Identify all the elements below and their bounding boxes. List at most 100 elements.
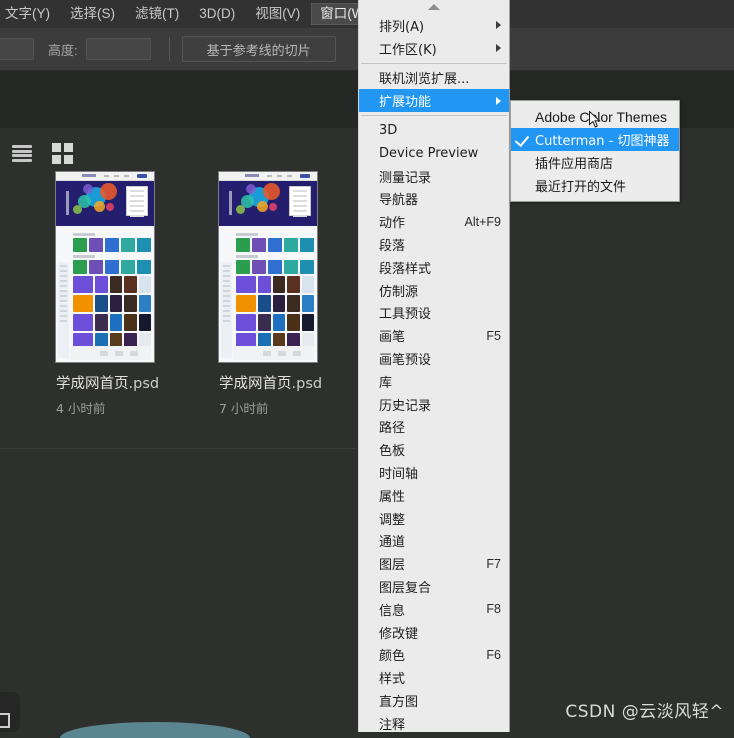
file-date: 4 小时前 — [56, 401, 106, 416]
file-name: 学成网首页.psd — [219, 372, 322, 393]
menu-item-label: 直方图 — [379, 695, 419, 710]
thumb-body — [219, 226, 317, 362]
menu-item-label: 路径 — [379, 421, 406, 437]
menu-item-15[interactable]: 库 — [359, 370, 509, 393]
width-input[interactable] — [0, 38, 34, 60]
file-thumbnail[interactable] — [56, 172, 154, 362]
menu-scroll-up[interactable] — [359, 0, 509, 14]
menu-item-label: 画笔 — [379, 330, 406, 346]
menu-item-label: 3D — [379, 123, 398, 139]
menu-item-label: 库 — [379, 375, 393, 391]
menu-item-label: 工作区(K) — [379, 42, 437, 58]
menu-item-label: 排列(A) — [379, 19, 425, 35]
menu-item-label: 修改键 — [379, 626, 419, 642]
window-menu: 排列(A) 工作区(K) 联机浏览扩展... 扩展功能 3D Device Preview… — [358, 0, 510, 732]
menu-item-shortcut: F7 — [486, 556, 501, 571]
menu-separator — [361, 62, 507, 64]
toolbar-divider — [168, 37, 170, 61]
chevron-right-icon — [496, 44, 501, 53]
menu-item-29[interactable]: 直方图 — [359, 689, 509, 712]
menu-item-2[interactable]: 联机浏览扩展... — [359, 67, 509, 90]
menu-item-14[interactable]: 画笔预设 — [359, 347, 509, 370]
menu-item-18[interactable]: 色板 — [359, 438, 509, 461]
window-menu-list: 排列(A) 工作区(K) 联机浏览扩展... 扩展功能 3D Device Preview… — [359, 14, 509, 732]
menu-item-shortcut: F5 — [486, 328, 501, 343]
menubar-item-1[interactable]: 选择(S) — [61, 3, 124, 25]
menu-item-5[interactable]: Device Preview — [359, 142, 509, 165]
submenu-item-label: 插件应用商店 — [535, 157, 614, 172]
menu-item-10[interactable]: 段落样式 — [359, 256, 509, 279]
menu-item-6[interactable]: 测量记录 — [359, 165, 509, 188]
height-input[interactable] — [85, 38, 151, 60]
submenu-item-2[interactable]: 插件应用商店 — [511, 151, 679, 174]
thumb-body — [56, 226, 154, 362]
taskbar-chip[interactable] — [0, 692, 20, 732]
menu-item-label: 历史记录 — [379, 398, 432, 414]
slices-from-guides-button[interactable]: 基于参考线的切片 — [181, 36, 336, 62]
menu-item-3[interactable]: 扩展功能 — [359, 89, 509, 113]
grid-view-icon[interactable] — [52, 143, 73, 164]
menu-item-25[interactable]: 信息 F8 — [359, 598, 509, 621]
menu-item-label: 段落样式 — [379, 261, 432, 277]
chevron-right-icon — [496, 96, 501, 105]
view-toggle-group — [12, 143, 73, 164]
menu-item-1[interactable]: 工作区(K) — [359, 37, 509, 60]
menu-item-30[interactable]: 注释 — [359, 712, 509, 732]
menu-item-20[interactable]: 属性 — [359, 484, 509, 507]
file-item[interactable]: 学成网首页.psd 7 小时前 — [219, 172, 322, 417]
menu-item-4[interactable]: 3D — [359, 119, 509, 142]
list-view-icon[interactable] — [12, 145, 32, 162]
menu-item-shortcut: F8 — [486, 602, 501, 617]
menu-item-19[interactable]: 时间轴 — [359, 461, 509, 484]
menu-item-7[interactable]: 导航器 — [359, 188, 509, 211]
thumb-hero — [219, 181, 317, 226]
menu-item-21[interactable]: 调整 — [359, 507, 509, 530]
thumb-nav — [219, 172, 317, 181]
panel-divider — [0, 448, 356, 449]
menu-separator — [361, 115, 507, 117]
checkmark-icon — [514, 131, 530, 148]
menu-item-23[interactable]: 图层 F7 — [359, 552, 509, 575]
submenu-item-3[interactable]: 最近打开的文件 — [511, 174, 679, 197]
menu-item-label: 信息 — [379, 603, 406, 619]
menu-item-label: 动作 — [379, 216, 406, 232]
menu-item-28[interactable]: 样式 — [359, 666, 509, 689]
submenu-item-0[interactable]: Adobe Color Themes — [511, 105, 679, 128]
extensions-submenu: Adobe Color Themes Cutterman - 切图神器 插件应用商店… — [510, 100, 680, 202]
thumb-hero — [56, 181, 154, 226]
menu-item-24[interactable]: 图层复合 — [359, 575, 509, 598]
menu-item-label: 工具预设 — [379, 307, 432, 323]
menu-item-label: 色板 — [379, 444, 406, 460]
file-name: 学成网首页.psd — [56, 372, 159, 393]
menu-item-8[interactable]: 动作 Alt+F9 — [359, 210, 509, 233]
chevron-up-icon — [428, 4, 440, 10]
menu-item-12[interactable]: 工具预设 — [359, 302, 509, 325]
menubar-item-2[interactable]: 滤镜(T) — [126, 3, 188, 25]
menu-item-0[interactable]: 排列(A) — [359, 14, 509, 37]
menu-item-17[interactable]: 路径 — [359, 416, 509, 439]
menu-item-9[interactable]: 段落 — [359, 233, 509, 256]
submenu-item-1[interactable]: Cutterman - 切图神器 — [511, 128, 679, 151]
menu-item-label: 图层 — [379, 558, 406, 574]
menu-item-13[interactable]: 画笔 F5 — [359, 324, 509, 347]
file-thumbnail[interactable] — [219, 172, 317, 362]
menu-item-label: 时间轴 — [379, 467, 419, 483]
menu-item-26[interactable]: 修改键 — [359, 621, 509, 644]
file-date: 7 小时前 — [219, 401, 269, 416]
submenu-item-label: Cutterman - 切图神器 — [535, 134, 670, 149]
menubar-item-4[interactable]: 视图(V) — [246, 3, 309, 25]
menu-item-shortcut: F6 — [486, 647, 501, 662]
menu-item-16[interactable]: 历史记录 — [359, 393, 509, 416]
menu-item-11[interactable]: 仿制源 — [359, 279, 509, 302]
file-item[interactable]: 学成网首页.psd 4 小时前 — [56, 172, 159, 417]
file-extension: .psd — [128, 376, 160, 392]
menu-item-label: 样式 — [379, 672, 406, 688]
menu-item-label: 注释 — [379, 717, 406, 732]
app-root: 文字(Y) 选择(S) 滤镜(T) 3D(D) 视图(V) 窗口(W) 高度: 基于参考线… — [0, 0, 734, 738]
menu-item-27[interactable]: 颜色 F6 — [359, 644, 509, 667]
menu-item-label: 属性 — [379, 489, 406, 505]
menubar-item-3[interactable]: 3D(D) — [190, 3, 244, 25]
menubar-item-0[interactable]: 文字(Y) — [0, 3, 59, 25]
menu-item-22[interactable]: 通道 — [359, 530, 509, 553]
file-base-name: 学成网首页 — [56, 376, 129, 392]
